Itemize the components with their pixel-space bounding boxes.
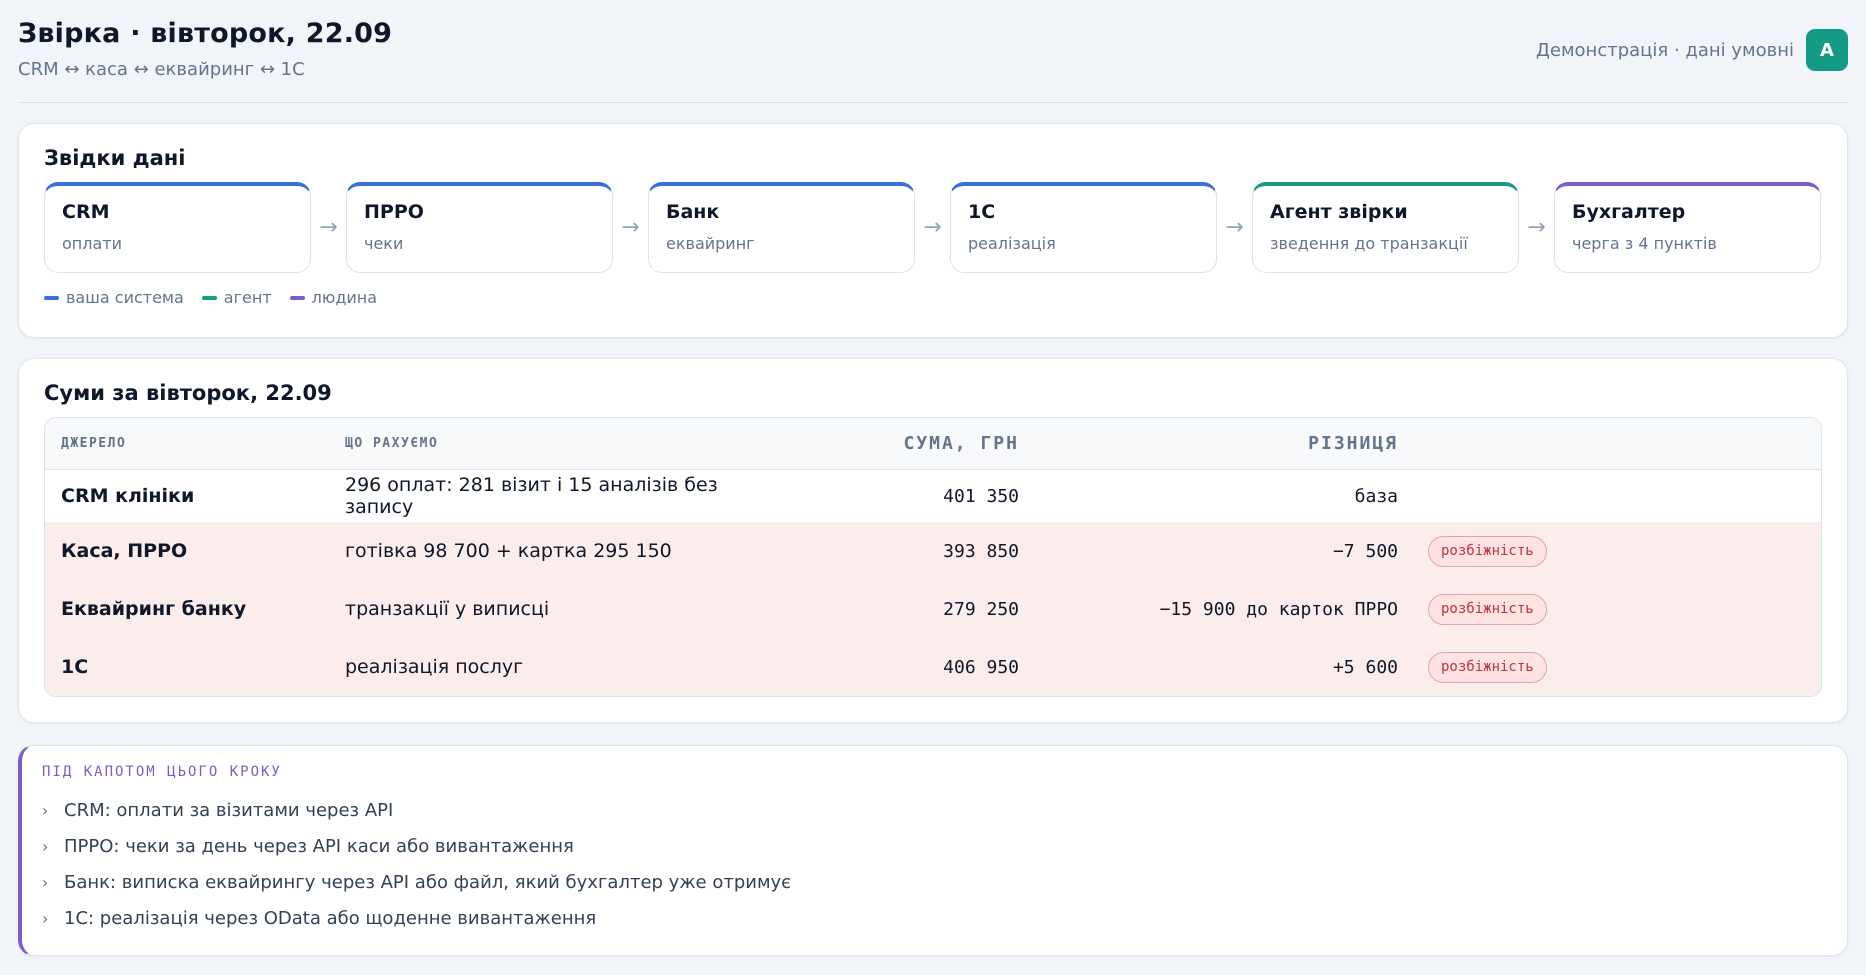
list-item-text: Банк: виписка еквайрингу через API або ф… [64, 871, 792, 893]
status-badge[interactable]: розбіжність [1428, 651, 1547, 683]
under-the-hood-title: ПІД КАПОТОМ ЦЬОГО КРОКУ [42, 764, 282, 780]
table-row[interactable]: Еквайринг банку транзакції у виписці 279… [45, 580, 1821, 638]
node-title: ПРРО [364, 201, 424, 223]
legend-label: людина [311, 288, 378, 307]
page-header: Звірка · вівторок, 22.09 CRM ↔ каса ↔ ек… [18, 16, 1848, 103]
data-flow: CRM оплати → ПРРО чеки → Банк еквайринг … [44, 182, 1822, 273]
node-subtitle: зведення до транзакції [1270, 234, 1468, 253]
page-subtitle: CRM ↔ каса ↔ еквайринг ↔ 1С [18, 59, 305, 80]
arrow-right-icon: → [319, 215, 338, 240]
table-header-row: ДЖЕРЕЛО ЩО РАХУЄМО СУМА, ГРН РІЗНИЦЯ [45, 418, 1821, 470]
node-subtitle: чеки [364, 234, 404, 253]
status-badge[interactable]: розбіжність [1428, 593, 1547, 625]
legend-swatch [44, 295, 59, 300]
node-subtitle: черга з 4 пунктів [1572, 234, 1717, 253]
status-badge[interactable]: розбіжність [1428, 535, 1547, 567]
flow-node-1c: 1С реалізація [950, 182, 1217, 273]
node-title: Бухгалтер [1572, 201, 1686, 223]
sums-title: Суми за вівторок, 22.09 [44, 381, 332, 405]
sums-card: Суми за вівторок, 22.09 ДЖЕРЕЛО ЩО РАХУЄ… [18, 358, 1848, 723]
list-item-text: CRM: оплати за візитами через API [64, 799, 394, 821]
legend: ваша система агент людина [44, 288, 1822, 307]
cell-source: CRM клініки [61, 485, 195, 507]
chevron-right-icon: › [42, 872, 49, 892]
cell-what: готівка 98 700 + картка 295 150 [345, 540, 672, 562]
flow-node-prro: ПРРО чеки [346, 182, 613, 273]
legend-swatch [289, 295, 305, 300]
table-row[interactable]: CRM клініки 296 оплат: 281 візит і 15 ан… [45, 470, 1821, 522]
legend-label: ваша система [66, 288, 184, 307]
list-item-text: 1С: реалізація через OData або щоденне в… [64, 907, 597, 929]
sources-card: Звідки дані CRM оплати → ПРРО чеки → Бан… [18, 123, 1848, 338]
cell-sum: 393 850 [943, 540, 1019, 562]
chevron-right-icon: › [42, 836, 49, 856]
list-item: › CRM: оплати за візитами через API [42, 792, 1825, 828]
cell-source: Еквайринг банку [61, 598, 247, 620]
node-subtitle: реалізація [968, 234, 1056, 253]
list-item: › 1С: реалізація через OData або щоденне… [42, 900, 1825, 936]
column-header-diff: РІЗНИЦЯ [1308, 433, 1398, 454]
node-title: 1С [968, 201, 996, 223]
legend-item-system: ваша система [44, 288, 184, 307]
cell-source: Каса, ПРРО [61, 540, 188, 562]
column-header-what: ЩО РАХУЄМО [345, 436, 439, 451]
column-header-source: ДЖЕРЕЛО [61, 436, 127, 451]
demo-label: Демонстрація · дані умовні [1535, 39, 1794, 61]
arrow-right-icon: → [621, 215, 640, 240]
list-item: › ПРРО: чеки за день через API каси або … [42, 828, 1825, 864]
table-row[interactable]: Каса, ПРРО готівка 98 700 + картка 295 1… [45, 522, 1821, 580]
node-title: Банк [666, 201, 720, 223]
column-header-sum: СУМА, ГРН [903, 433, 1019, 454]
cell-diff: +5 600 [1332, 656, 1398, 678]
cell-diff: −15 900 до карток ПРРО [1159, 598, 1398, 620]
flow-node-bank: Банк еквайринг [648, 182, 915, 273]
cell-diff: база [1354, 485, 1398, 507]
list-item-text: ПРРО: чеки за день через API каси або ви… [64, 835, 574, 857]
flow-node-crm: CRM оплати [44, 182, 311, 273]
cell-what: транзакції у виписці [345, 598, 550, 620]
cell-what: 296 оплат: 281 візит і 15 аналізів без з… [345, 474, 718, 518]
sums-table: ДЖЕРЕЛО ЩО РАХУЄМО СУМА, ГРН РІЗНИЦЯ CRM… [44, 417, 1822, 697]
flow-node-agent: Агент звірки зведення до транзакції [1252, 182, 1519, 273]
cell-sum: 401 350 [943, 485, 1019, 507]
legend-swatch [201, 295, 217, 300]
under-the-hood-card: ПІД КАПОТОМ ЦЬОГО КРОКУ › CRM: оплати за… [18, 745, 1848, 956]
sources-title: Звідки дані [44, 146, 186, 170]
chevron-right-icon: › [42, 800, 49, 820]
arrow-right-icon: → [923, 215, 942, 240]
arrow-right-icon: → [1527, 215, 1546, 240]
legend-label: агент [223, 288, 272, 307]
node-subtitle: еквайринг [666, 234, 755, 253]
avatar[interactable]: A [1806, 29, 1848, 71]
page-title: Звірка · вівторок, 22.09 [18, 18, 393, 49]
node-subtitle: оплати [62, 234, 122, 253]
chevron-right-icon: › [42, 908, 49, 928]
table-row[interactable]: 1С реалізація послуг 406 950 +5 600 розб… [45, 638, 1821, 696]
legend-item-agent: агент [201, 288, 272, 307]
list-item: › Банк: виписка еквайрингу через API або… [42, 864, 1825, 900]
cell-source: 1С [61, 656, 89, 678]
under-the-hood-list: › CRM: оплати за візитами через API › ПР… [42, 792, 1825, 936]
legend-item-human: людина [289, 288, 378, 307]
cell-what: реалізація послуг [345, 656, 524, 678]
arrow-right-icon: → [1225, 215, 1244, 240]
node-title: Агент звірки [1270, 201, 1408, 223]
cell-sum: 279 250 [943, 598, 1019, 620]
node-title: CRM [62, 201, 110, 223]
cell-sum: 406 950 [943, 656, 1019, 678]
flow-node-accountant: Бухгалтер черга з 4 пунктів [1554, 182, 1821, 273]
cell-diff: −7 500 [1332, 540, 1398, 562]
